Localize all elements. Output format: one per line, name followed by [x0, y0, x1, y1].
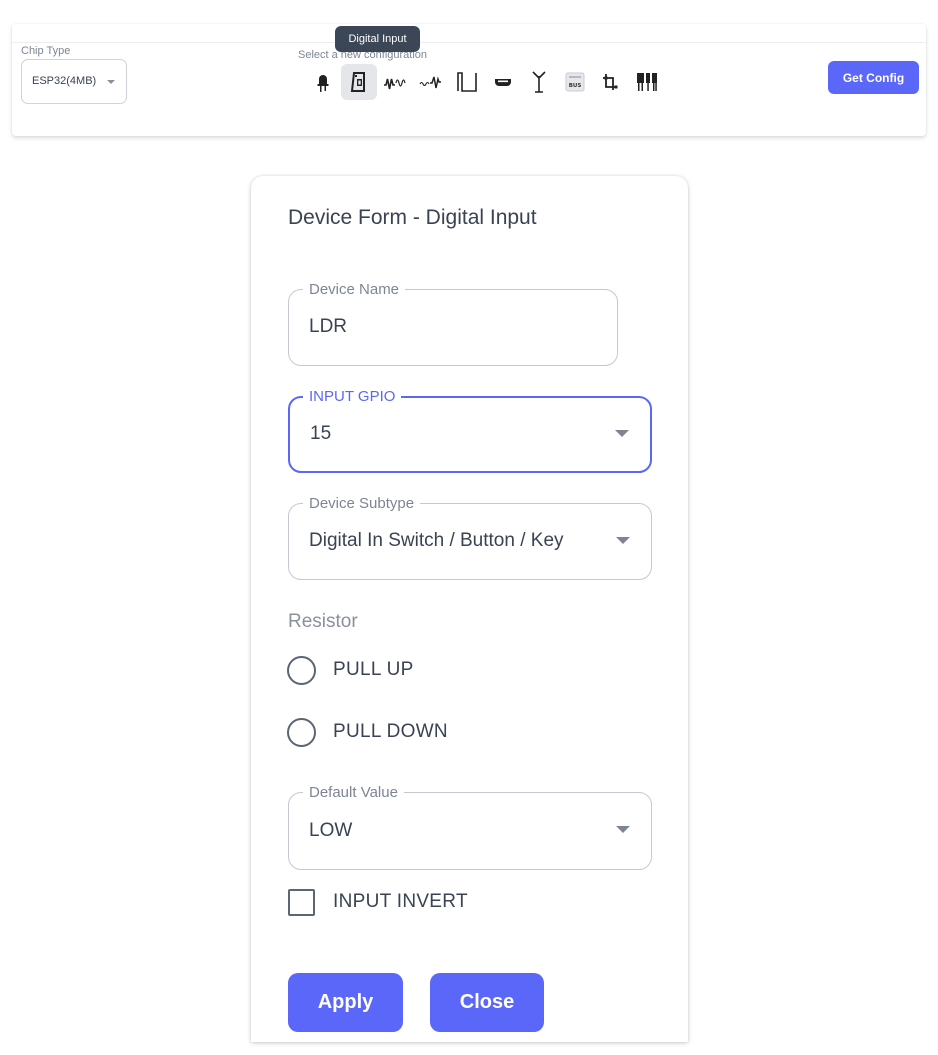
led-output-icon[interactable]	[305, 64, 341, 100]
input-gpio-value: 15	[310, 423, 332, 444]
radio-circle	[287, 655, 316, 685]
default-value-value: LOW	[309, 820, 353, 841]
checkbox-square	[288, 888, 315, 916]
digital-input-icon[interactable]	[341, 64, 377, 100]
device-name-label: Device Name	[303, 281, 406, 298]
sensor-wave-icon[interactable]	[413, 64, 449, 100]
analog-input-icon[interactable]	[377, 64, 413, 100]
pull-up-label: PULL UP	[333, 659, 414, 680]
chip-type-label: Chip Type	[21, 45, 71, 57]
input-gpio-select[interactable]: INPUT GPIO 15	[288, 388, 652, 473]
toolbar-divider	[12, 42, 926, 43]
antenna-icon[interactable]	[521, 64, 557, 100]
device-subtype-value: Digital In Switch / Button / Key	[309, 530, 564, 551]
apply-button[interactable]: Apply	[288, 973, 403, 1032]
pull-down-label: PULL DOWN	[333, 721, 448, 742]
default-value-label: Default Value	[303, 784, 404, 801]
form-title: Device Form - Digital Input	[288, 206, 537, 229]
relay-icon[interactable]	[629, 64, 665, 100]
chip-type-value: ESP32(4MB)	[32, 75, 97, 87]
i2c-icon[interactable]	[593, 64, 629, 100]
device-form-dialog: Device Form - Digital Input Device Name …	[251, 176, 688, 1042]
tooltip: Digital Input	[335, 26, 420, 52]
chevron-down-icon	[107, 80, 115, 84]
close-button[interactable]: Close	[430, 973, 544, 1032]
chip-type-select[interactable]: ESP32(4MB)	[21, 59, 127, 104]
device-name-value: LDR	[309, 316, 348, 337]
get-config-button[interactable]: Get Config	[828, 61, 919, 94]
svg-text:BUS: BUS	[569, 83, 582, 89]
pull-up-radio[interactable]: PULL UP	[287, 655, 414, 685]
pulse-icon[interactable]	[449, 64, 485, 100]
configuration-toolbar: Chip Type ESP32(4MB) Select a new config…	[12, 24, 926, 136]
input-invert-checkbox[interactable]: INPUT INVERT	[288, 888, 468, 916]
chevron-down-icon	[616, 826, 630, 833]
device-subtype-select[interactable]: Device Subtype Digital In Switch / Butto…	[288, 495, 652, 580]
rgb-led-icon[interactable]	[485, 64, 521, 100]
bus-icon[interactable]: BUS	[557, 64, 593, 100]
chevron-down-icon	[616, 537, 630, 544]
pull-down-radio[interactable]: PULL DOWN	[287, 717, 448, 747]
device-subtype-label: Device Subtype	[303, 495, 421, 512]
default-value-select[interactable]: Default Value LOW	[288, 784, 652, 870]
chevron-down-icon	[615, 430, 629, 437]
input-gpio-label: INPUT GPIO	[303, 388, 402, 405]
resistor-label: Resistor	[288, 611, 358, 632]
input-invert-label: INPUT INVERT	[333, 891, 468, 912]
radio-circle	[287, 717, 316, 747]
device-name-field[interactable]: Device Name LDR	[288, 281, 618, 366]
